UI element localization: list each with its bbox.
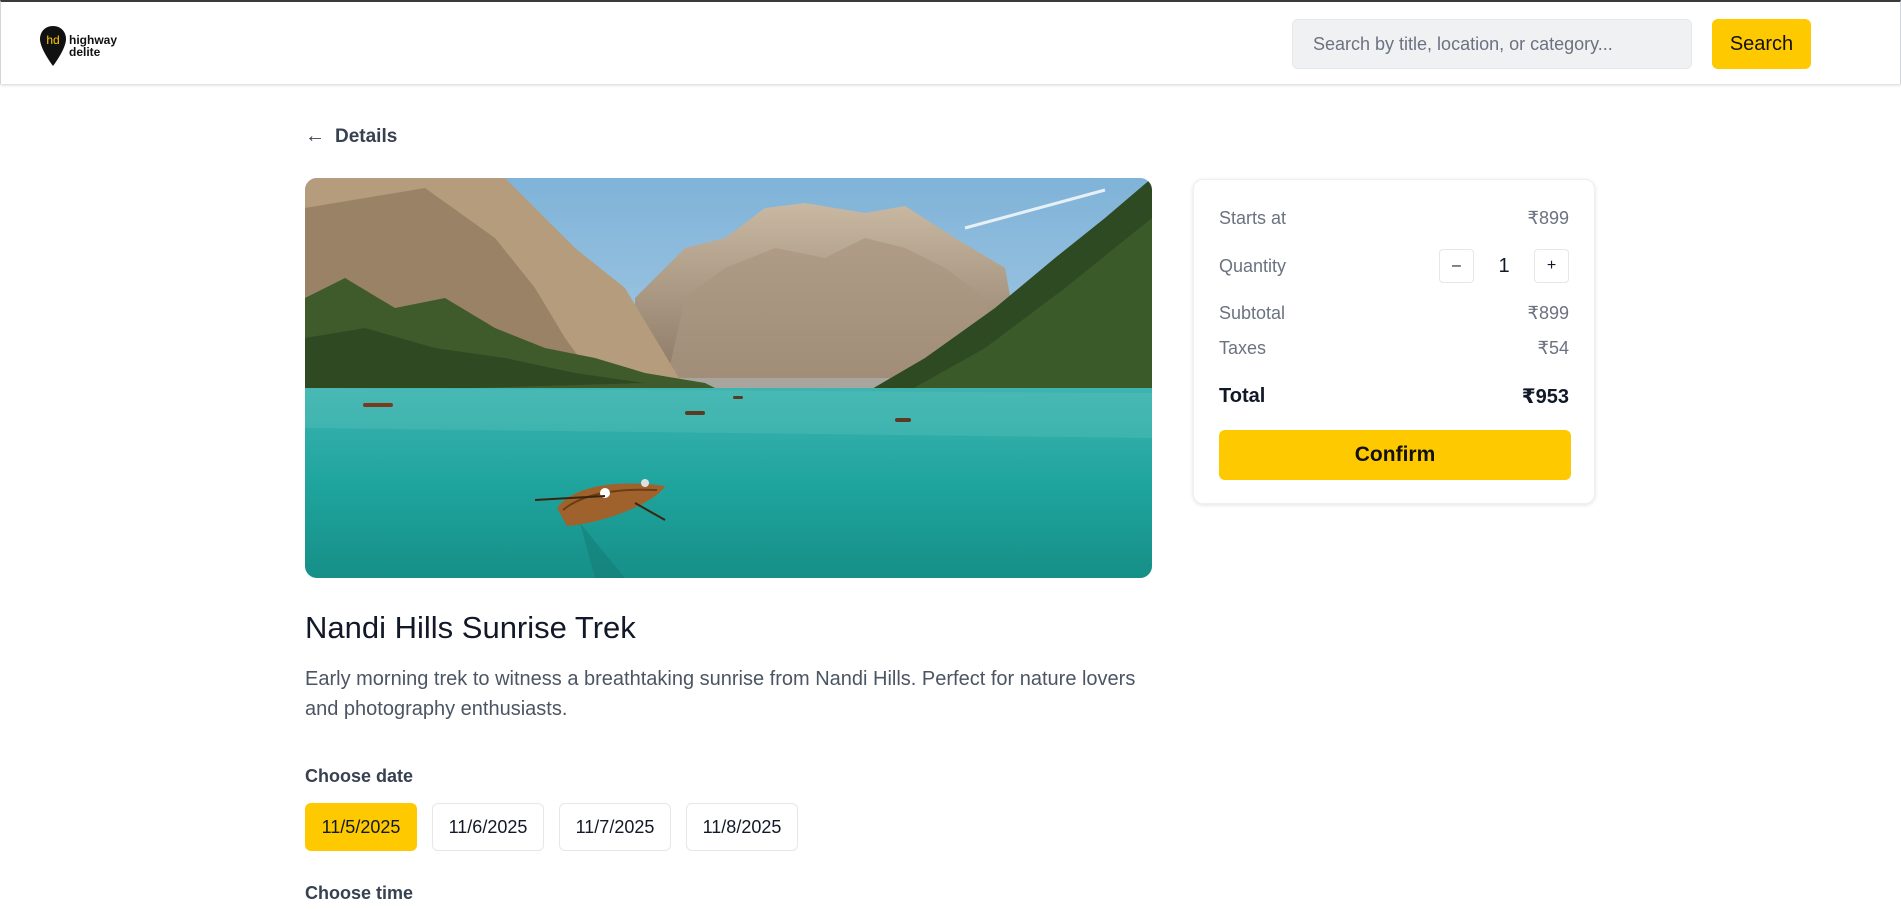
choose-date-label: Choose date [305,766,414,786]
subtotal-value: ₹899 [1527,302,1569,323]
taxes-row: Taxes ₹54 [1219,336,1569,360]
search-button[interactable]: Search [1712,19,1811,69]
quantity-value: 1 [1498,254,1510,277]
subtotal-row: Subtotal ₹899 [1219,301,1569,325]
date-option-selected[interactable]: 11/5/2025 [305,803,417,851]
quantity-label: Quantity [1219,255,1287,276]
total-label: Total [1219,384,1266,407]
confirm-button[interactable]: Confirm [1219,430,1571,480]
date-option[interactable]: 11/6/2025 [432,803,544,851]
date-options: 11/5/2025 11/6/2025 11/7/2025 11/8/2025 [305,803,798,851]
lake-mountain-photo [305,178,1152,578]
svg-text:hd: hd [46,33,59,47]
starts-at-label: Starts at [1219,207,1287,228]
experience-title: Nandi Hills Sunrise Trek [305,610,636,645]
search-input[interactable] [1292,19,1692,69]
date-option[interactable]: 11/8/2025 [686,803,798,851]
arrow-left-icon: ← [305,125,325,147]
date-option[interactable]: 11/7/2025 [559,803,671,851]
subtotal-label: Subtotal [1219,302,1286,323]
top-header: hd highway delite Search [0,0,1901,84]
decrement-button[interactable]: – [1439,249,1474,283]
quantity-row: Quantity – 1 + [1219,248,1569,284]
quantity-stepper: – 1 + [1439,249,1569,283]
total-value: ₹953 [1521,385,1569,408]
taxes-label: Taxes [1219,337,1267,358]
experience-image [305,178,1152,578]
brand-logo[interactable]: hd highway delite [39,24,123,68]
choose-time-label: Choose time [305,883,414,903]
increment-button[interactable]: + [1534,249,1569,283]
experience-description: Early morning trek to witness a breathta… [305,668,1136,720]
back-link[interactable]: ← Details [305,125,397,148]
location-pin-logo-icon: hd [40,26,66,66]
brand-line2: delite [69,45,101,59]
taxes-value: ₹54 [1537,337,1569,358]
total-row: Total ₹953 [1219,383,1569,409]
starts-at-row: Starts at ₹899 [1219,206,1569,230]
starts-at-value: ₹899 [1527,207,1569,228]
back-label: Details [335,125,398,147]
booking-summary-card: Starts at ₹899 Quantity – 1 + Subtotal ₹… [1193,179,1595,504]
brand-wordmark: highway delite [69,34,117,58]
